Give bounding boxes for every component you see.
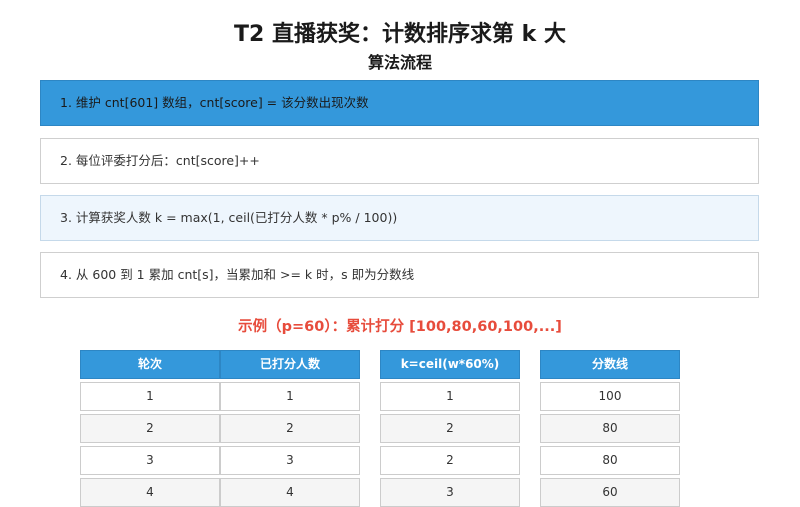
step-2-box: 2. 每位评委打分后：cnt[score]++ bbox=[40, 138, 759, 184]
table-cell: 1 bbox=[380, 382, 520, 411]
table-cell: 1 bbox=[80, 382, 220, 411]
header-round: 轮次 bbox=[80, 350, 220, 379]
header-scored-count: 已打分人数 bbox=[220, 350, 360, 379]
table-cell: 100 bbox=[540, 382, 680, 411]
table-cell: 2 bbox=[220, 414, 360, 443]
step-4-box: 4. 从 600 到 1 累加 cnt[s]，当累加和 >= k 时，s 即为分… bbox=[40, 252, 759, 298]
section-subtitle: 算法流程 bbox=[367, 53, 432, 72]
table-cell: 2 bbox=[80, 414, 220, 443]
header-score-line: 分数线 bbox=[540, 350, 680, 379]
table-cell: 1 bbox=[220, 382, 360, 411]
step-1-box: 1. 维护 cnt[601] 数组，cnt[score] = 该分数出现次数 bbox=[40, 80, 759, 126]
example-title: 示例（p=60）：累计打分 [100,80,60,100,...] bbox=[238, 319, 562, 335]
table-cell: 2 bbox=[380, 446, 520, 475]
table-cell: 3 bbox=[220, 446, 360, 475]
table-cell: 4 bbox=[220, 478, 360, 507]
table-cell: 60 bbox=[540, 478, 680, 507]
step-3-box: 3. 计算获奖人数 k = max(1, ceil(已打分人数 * p% / 1… bbox=[40, 195, 759, 241]
table-cell: 80 bbox=[540, 446, 680, 475]
page-title: T2 直播获奖：计数排序求第 k 大 bbox=[234, 22, 566, 47]
header-k: k=ceil(w*60%) bbox=[380, 350, 520, 379]
table-cell: 80 bbox=[540, 414, 680, 443]
table-cell: 3 bbox=[80, 446, 220, 475]
table-cell: 2 bbox=[380, 414, 520, 443]
table-cell: 3 bbox=[380, 478, 520, 507]
table-cell: 4 bbox=[80, 478, 220, 507]
